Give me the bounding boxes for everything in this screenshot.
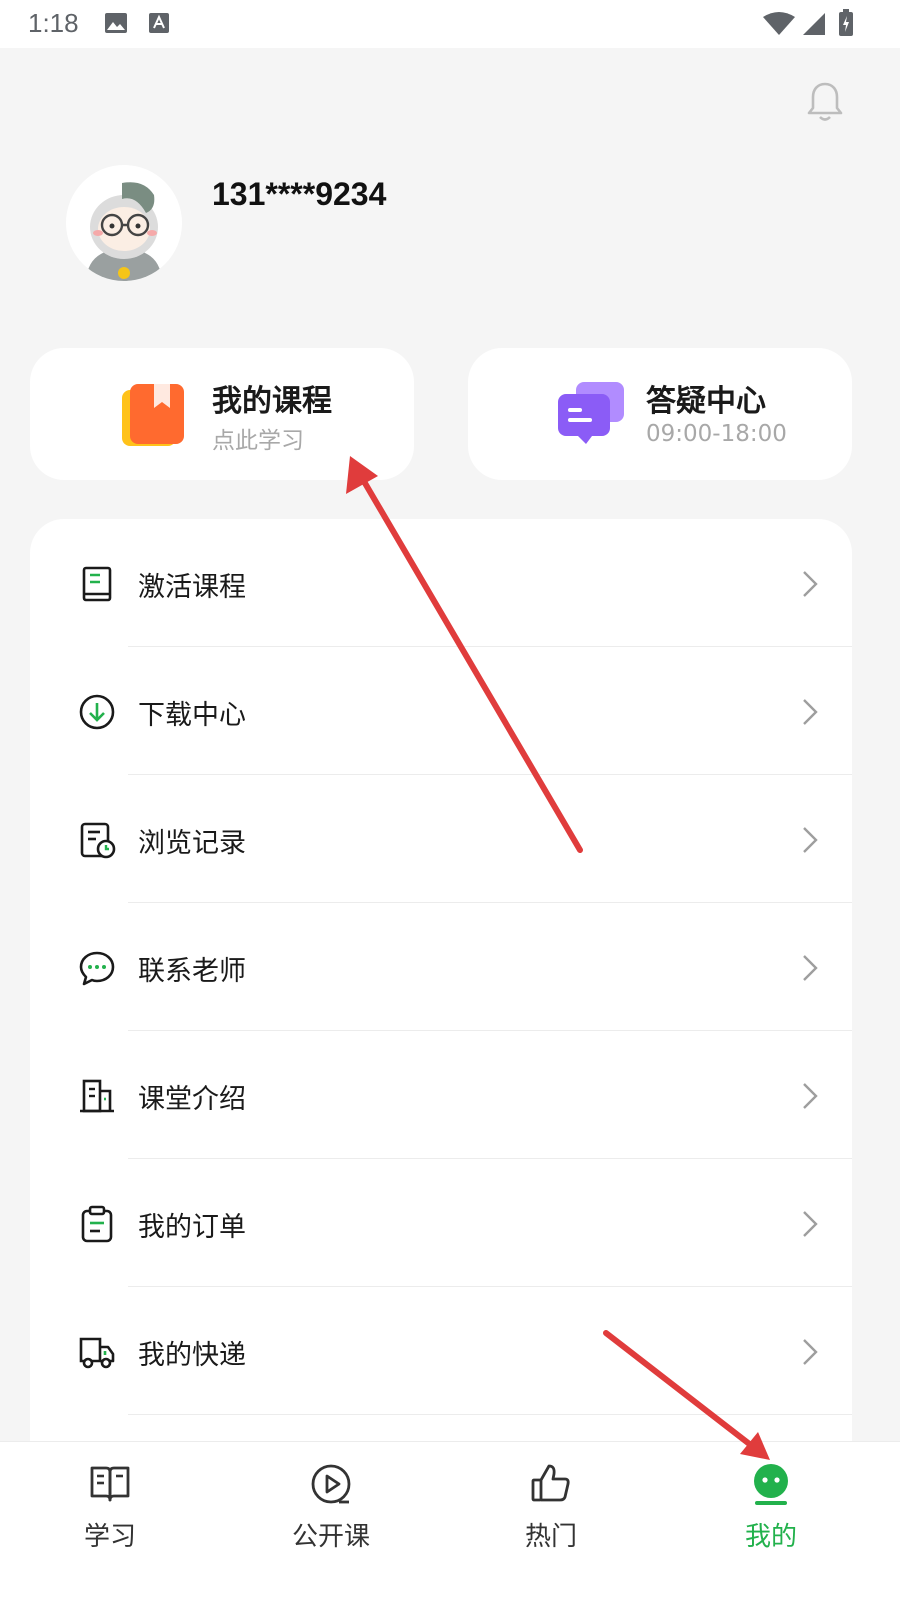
my-courses-subtitle: 点此学习 — [212, 428, 304, 454]
menu-label: 我的快递 — [138, 1340, 246, 1371]
chevron-right-icon — [803, 1211, 818, 1237]
settings-menu: 激活课程 下载中心 浏览记录 联系老师 课堂介绍 我的订单 我的快递 — [30, 519, 852, 1459]
download-circle-icon — [79, 694, 115, 730]
wifi-icon — [763, 12, 795, 35]
tab-open-class[interactable]: 公开课 — [256, 1442, 406, 1562]
qa-center-title: 答疑中心 — [646, 384, 766, 419]
tab-label: 我的 — [744, 1522, 797, 1552]
tab-mine[interactable]: 我的 — [696, 1442, 846, 1562]
menu-item-download-center[interactable]: 下载中心 — [30, 647, 852, 775]
tab-label: 热门 — [524, 1522, 577, 1552]
divider — [128, 1414, 852, 1415]
thumbs-up-icon — [531, 1464, 570, 1502]
my-courses-title: 我的课程 — [212, 384, 332, 419]
qa-center-hours: 09:00-18:00 — [646, 421, 787, 447]
chevron-right-icon — [803, 827, 818, 853]
menu-item-contact-teacher[interactable]: 联系老师 — [30, 903, 852, 1031]
truck-icon — [79, 1337, 115, 1369]
signal-icon — [803, 13, 825, 35]
tab-label: 学习 — [83, 1522, 136, 1552]
book-icon — [82, 566, 112, 602]
menu-item-my-express[interactable]: 我的快递 — [30, 1287, 852, 1415]
menu-item-my-orders[interactable]: 我的订单 — [30, 1159, 852, 1287]
avatar[interactable] — [66, 165, 182, 281]
my-courses-card[interactable]: 我的课程 点此学习 — [30, 348, 414, 480]
menu-label: 课堂介绍 — [138, 1084, 246, 1115]
chevron-right-icon — [803, 699, 818, 725]
tab-popular[interactable]: 热门 — [476, 1442, 626, 1562]
menu-label: 下载中心 — [138, 700, 246, 731]
user-phone-number: 131****9234 — [212, 176, 387, 212]
chevron-right-icon — [803, 955, 818, 981]
chat-bubbles-icon — [558, 382, 624, 444]
open-book-icon — [90, 1466, 130, 1502]
menu-label: 我的订单 — [138, 1212, 246, 1243]
status-bar: 1:18 — [0, 0, 900, 48]
chat-icon — [79, 951, 115, 986]
tab-study[interactable]: 学习 — [35, 1442, 185, 1562]
chevron-right-icon — [803, 571, 818, 597]
text-notification-icon — [149, 13, 169, 33]
smile-face-icon — [754, 1464, 788, 1505]
building-icon — [80, 1079, 114, 1113]
history-doc-icon — [80, 822, 116, 859]
notification-bell-icon[interactable] — [806, 80, 844, 124]
menu-item-class-intro[interactable]: 课堂介绍 — [30, 1031, 852, 1159]
menu-label: 联系老师 — [138, 956, 246, 987]
bottom-tab-bar: 学习 公开课 热门 我的 — [0, 1441, 900, 1600]
bookmark-book-icon — [122, 384, 184, 446]
avatar-illustration — [66, 165, 182, 281]
battery-icon — [839, 9, 853, 36]
menu-item-browse-history[interactable]: 浏览记录 — [30, 775, 852, 903]
chevron-right-icon — [803, 1339, 818, 1365]
chevron-right-icon — [803, 1083, 818, 1109]
menu-item-activate-course[interactable]: 激活课程 — [30, 519, 852, 647]
qa-center-card[interactable]: 答疑中心 09:00-18:00 — [468, 348, 852, 480]
menu-label: 激活课程 — [138, 572, 246, 603]
play-circle-icon — [311, 1464, 351, 1504]
menu-label: 浏览记录 — [138, 828, 246, 859]
tab-label: 公开课 — [291, 1522, 370, 1552]
gallery-notification-icon — [105, 13, 127, 33]
status-time: 1:18 — [28, 8, 79, 38]
clipboard-icon — [81, 1205, 113, 1243]
